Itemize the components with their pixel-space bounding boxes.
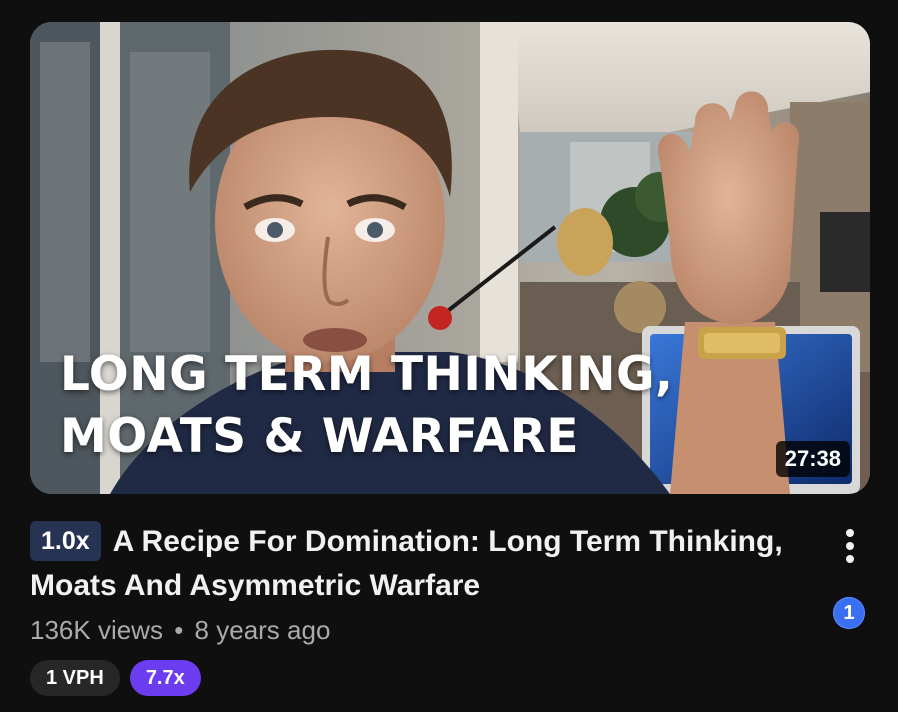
thumbnail-overlay-text: LONG TERM THINKING, MOATS & WARFARE [60,347,674,464]
meta-separator: • [174,615,184,645]
video-card[interactable]: LONG TERM THINKING, MOATS & WARFARE 27:3… [0,0,898,712]
video-stats: 136K views • 8 years ago [30,610,810,650]
upload-age: 8 years ago [194,615,331,645]
video-title-row[interactable]: 1.0x A Recipe For Domination: Long Term T… [30,520,810,608]
view-count: 136K views [30,615,163,645]
vph-chip: 1 VPH [30,660,120,696]
kebab-menu-icon[interactable] [832,526,868,566]
video-thumbnail[interactable]: LONG TERM THINKING, MOATS & WARFARE 27:3… [30,22,870,494]
stats-chips: 1 VPH 7.7x [30,660,201,696]
kebab-dot [846,542,854,550]
outlier-ratio-chip: 7.7x [129,660,201,696]
kebab-dot [846,529,854,537]
kebab-dot [846,555,854,563]
extension-count-badge[interactable]: 1 [833,597,865,629]
video-details: 1.0x A Recipe For Domination: Long Term T… [30,520,810,650]
duration-badge: 27:38 [775,441,850,477]
playback-speed-badge: 1.0x [30,521,101,561]
video-title[interactable]: A Recipe For Domination: Long Term Think… [30,525,783,602]
